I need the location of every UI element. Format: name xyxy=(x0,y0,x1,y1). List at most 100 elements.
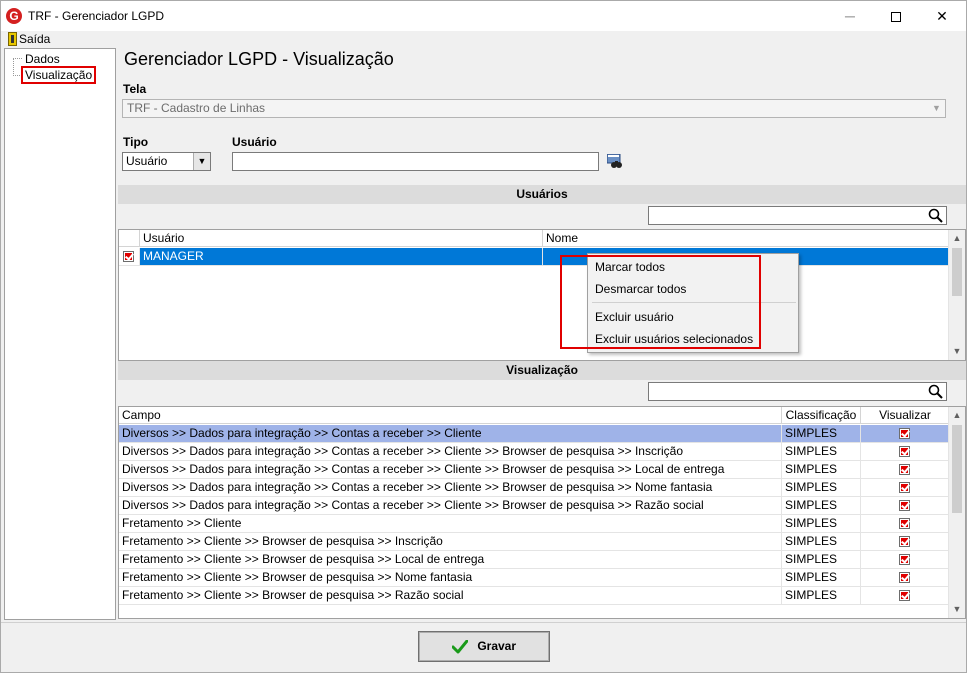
scroll-up-icon[interactable]: ▲ xyxy=(949,230,965,247)
classificacao-cell: SIMPLES xyxy=(782,443,861,460)
minimize-button[interactable]: ─ xyxy=(827,1,873,31)
maximize-icon xyxy=(891,12,901,23)
visualizar-checkbox[interactable] xyxy=(899,572,910,584)
search-icon[interactable] xyxy=(928,384,943,399)
visualizar-checkbox[interactable] xyxy=(899,590,910,602)
row-checkbox[interactable] xyxy=(123,251,134,263)
campo-cell: Diversos >> Dados para integração >> Con… xyxy=(119,479,782,496)
tree-item-visualizacao[interactable]: Visualização xyxy=(21,66,97,84)
table-row[interactable]: Diversos >> Dados para integração >> Con… xyxy=(119,497,949,515)
visualizar-checkbox[interactable] xyxy=(899,518,910,530)
classificacao-cell: SIMPLES xyxy=(782,461,861,478)
scroll-thumb[interactable] xyxy=(952,248,962,296)
campo-cell: Diversos >> Dados para integração >> Con… xyxy=(119,461,782,478)
campo-cell: Diversos >> Dados para integração >> Con… xyxy=(119,443,782,460)
tree-connector xyxy=(13,58,22,59)
table-row[interactable]: Diversos >> Dados para integração >> Con… xyxy=(119,425,949,443)
visualizar-checkbox[interactable] xyxy=(899,500,910,512)
visualizar-cell[interactable] xyxy=(861,497,949,514)
classificacao-cell: SIMPLES xyxy=(782,515,861,532)
visualizar-cell[interactable] xyxy=(861,461,949,478)
visualizar-cell[interactable] xyxy=(861,569,949,586)
user-usuario-cell: MANAGER xyxy=(140,248,543,265)
table-row[interactable]: Fretamento >> Cliente >> Browser de pesq… xyxy=(119,587,949,605)
visualizar-checkbox[interactable] xyxy=(899,428,910,440)
maximize-button[interactable] xyxy=(873,1,919,31)
table-row[interactable]: MANAGER xyxy=(119,248,949,266)
usuario-input[interactable] xyxy=(232,152,599,171)
visualizar-checkbox[interactable] xyxy=(899,464,910,476)
exit-door-icon xyxy=(8,32,17,46)
table-row[interactable]: Diversos >> Dados para integração >> Con… xyxy=(119,461,949,479)
view-search-input[interactable] xyxy=(648,382,947,401)
visualizar-cell[interactable] xyxy=(861,443,949,460)
visualizar-cell[interactable] xyxy=(861,515,949,532)
classificacao-cell: SIMPLES xyxy=(782,569,861,586)
navigation-tree: Dados Visualização xyxy=(4,48,116,620)
window-title: TRF - Gerenciador LGPD xyxy=(28,9,165,23)
users-grid-header: Usuário Nome xyxy=(119,230,949,247)
table-row[interactable]: Fretamento >> Cliente >> Browser de pesq… xyxy=(119,551,949,569)
visualizar-checkbox[interactable] xyxy=(899,536,910,548)
scroll-up-icon[interactable]: ▲ xyxy=(949,407,965,424)
chevron-down-icon[interactable]: ▼ xyxy=(193,153,210,170)
title-bar[interactable]: G TRF - Gerenciador LGPD ─ ✕ xyxy=(1,1,966,31)
visualizar-checkbox[interactable] xyxy=(899,446,910,458)
view-grid: Campo Classificação Visualizar Diversos … xyxy=(118,406,966,619)
visualizar-checkbox[interactable] xyxy=(899,482,910,494)
row-checkbox-cell[interactable] xyxy=(119,248,140,265)
view-scrollbar[interactable]: ▲ ▼ xyxy=(948,407,965,618)
visualizar-cell[interactable] xyxy=(861,587,949,604)
tipo-label: Tipo xyxy=(123,135,149,149)
scroll-down-icon[interactable]: ▼ xyxy=(949,343,965,360)
save-button[interactable]: Gravar xyxy=(418,631,550,662)
users-section-header: Usuários xyxy=(118,185,966,204)
table-row[interactable]: Fretamento >> Cliente SIMPLES xyxy=(119,515,949,533)
table-row[interactable]: Fretamento >> Cliente >> Browser de pesq… xyxy=(119,569,949,587)
app-logo-icon: G xyxy=(6,8,22,24)
close-button[interactable]: ✕ xyxy=(919,1,965,31)
tipo-select[interactable]: Usuário ▼ xyxy=(122,152,211,171)
footer-divider xyxy=(1,622,966,623)
classificacao-cell: SIMPLES xyxy=(782,425,861,442)
binoculars-search-icon[interactable] xyxy=(607,154,623,169)
tipo-select-value: Usuário xyxy=(126,154,168,168)
scroll-down-icon[interactable]: ▼ xyxy=(949,601,965,618)
campo-cell: Fretamento >> Cliente xyxy=(119,515,782,532)
search-icon[interactable] xyxy=(928,208,943,223)
users-grid: Usuário Nome MANAGER ▲ ▼ xyxy=(118,229,966,361)
table-row[interactable]: Diversos >> Dados para integração >> Con… xyxy=(119,479,949,497)
users-search-input[interactable] xyxy=(648,206,947,225)
usuario-label: Usuário xyxy=(232,135,277,149)
tela-select[interactable]: TRF - Cadastro de Linhas ▼ xyxy=(122,99,946,118)
header-usuario[interactable]: Usuário xyxy=(140,230,543,247)
classificacao-cell: SIMPLES xyxy=(782,587,861,604)
visualizar-cell[interactable] xyxy=(861,479,949,496)
chevron-down-icon[interactable]: ▼ xyxy=(928,100,945,117)
menu-bar: Saída xyxy=(1,31,966,48)
table-row[interactable]: Diversos >> Dados para integração >> Con… xyxy=(119,443,949,461)
header-visualizar[interactable]: Visualizar xyxy=(861,407,949,424)
tela-select-value: TRF - Cadastro de Linhas xyxy=(127,101,266,115)
campo-cell: Diversos >> Dados para integração >> Con… xyxy=(119,425,782,442)
checkmark-icon xyxy=(451,639,468,654)
header-nome[interactable]: Nome xyxy=(543,230,949,247)
tree-item-dados[interactable]: Dados xyxy=(25,52,60,66)
header-campo[interactable]: Campo xyxy=(119,407,782,424)
users-scrollbar[interactable]: ▲ ▼ xyxy=(948,230,965,360)
scroll-thumb[interactable] xyxy=(952,425,962,513)
visualizar-cell[interactable] xyxy=(861,425,949,442)
campo-cell: Fretamento >> Cliente >> Browser de pesq… xyxy=(119,551,782,568)
campo-cell: Fretamento >> Cliente >> Browser de pesq… xyxy=(119,533,782,550)
app-window: G TRF - Gerenciador LGPD ─ ✕ Saída Dados… xyxy=(0,0,967,673)
exit-menu-item[interactable]: Saída xyxy=(5,31,50,48)
page-title: Gerenciador LGPD - Visualização xyxy=(124,49,394,69)
visualizar-cell[interactable] xyxy=(861,533,949,550)
visualizar-cell[interactable] xyxy=(861,551,949,568)
table-row[interactable]: Fretamento >> Cliente >> Browser de pesq… xyxy=(119,533,949,551)
header-classificacao[interactable]: Classificação xyxy=(782,407,861,424)
visualizar-checkbox[interactable] xyxy=(899,554,910,566)
classificacao-cell: SIMPLES xyxy=(782,497,861,514)
classificacao-cell: SIMPLES xyxy=(782,479,861,496)
campo-cell: Fretamento >> Cliente >> Browser de pesq… xyxy=(119,587,782,604)
